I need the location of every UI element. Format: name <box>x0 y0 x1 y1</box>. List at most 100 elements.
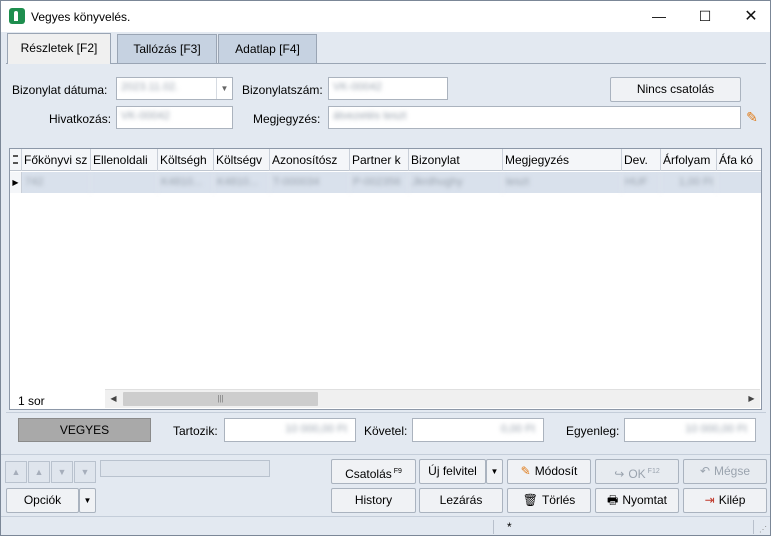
credit-label: Követel: <box>364 424 408 438</box>
column-chooser-icon[interactable] <box>10 149 22 171</box>
table-cell[interactable] <box>91 172 158 193</box>
column-header[interactable]: Főkönyvi sz <box>22 149 91 171</box>
ok-button[interactable]: ↪ OK F12 <box>595 459 679 484</box>
column-header[interactable]: Áfa kó <box>717 149 761 171</box>
previous-record-icon[interactable]: ▲ <box>28 461 50 483</box>
totals-bar: VEGYES Tartozik: 10 000,00 Ft Követel: 0… <box>6 412 766 445</box>
window-title: Vegyes könyvelés. <box>31 10 131 24</box>
table-cell[interactable]: 1,00 Ft <box>661 172 717 193</box>
modify-button-label: Módosít <box>534 464 578 478</box>
balance-label: Egyenleg: <box>566 424 620 438</box>
printer-icon: 🖶 <box>606 493 619 507</box>
column-header[interactable]: Költségv <box>214 149 270 171</box>
tab-details[interactable]: Részletek [F2] <box>7 33 111 64</box>
horizontal-scrollbar[interactable]: ◀ ||| ▶ <box>105 389 760 408</box>
tab-datasheet[interactable]: Adatlap [F4] <box>218 34 317 63</box>
history-button[interactable]: History <box>331 488 416 513</box>
scroll-right-icon[interactable]: ▶ <box>743 390 760 408</box>
table-cell[interactable]: teszt <box>503 172 622 193</box>
grid-header: Főkönyvi sz Ellenoldali Költségh Költség… <box>10 149 761 171</box>
progress-bar <box>100 460 270 477</box>
delete-button-label: Törlés <box>541 493 576 507</box>
balance-value: 10 000,00 Ft <box>685 423 747 435</box>
note-label: Megjegyzés: <box>253 112 321 126</box>
row-pointer-icon: ▶ <box>10 172 22 193</box>
maximize-button[interactable]: ☐ <box>682 1 728 32</box>
delete-button[interactable]: 🗑 Törlés <box>507 488 591 513</box>
column-header[interactable]: Bizonylat <box>409 149 503 171</box>
reference-field[interactable]: VK-00042 <box>116 106 233 129</box>
debit-value: 10 000,00 Ft <box>285 423 347 435</box>
pencil-icon: ✎ <box>520 464 531 478</box>
modify-button[interactable]: ✎ Módosít <box>507 459 591 484</box>
document-date-label: Bizonylat dátuma: <box>12 83 108 97</box>
document-number-value: VK-00042 <box>333 81 382 93</box>
table-row[interactable]: ▶ 742 K4810... K4810... T-000034 P-00235… <box>10 172 761 193</box>
reference-label: Hivatkozás: <box>49 112 112 126</box>
row-count: 1 sor <box>18 394 45 408</box>
last-record-icon[interactable]: ▼ <box>74 461 96 483</box>
new-entry-button[interactable]: Új felvitel <box>419 459 486 484</box>
tab-browse[interactable]: Tallózás [F3] <box>117 34 217 63</box>
status-separator <box>753 520 754 534</box>
attach-button[interactable]: Csatolás F9 <box>331 459 416 484</box>
column-header[interactable]: Partner k <box>350 149 409 171</box>
journal-type-badge: VEGYES <box>18 418 151 442</box>
column-header[interactable]: Költségh <box>158 149 214 171</box>
divider <box>1 454 770 455</box>
ok-shortcut: F12 <box>647 468 660 475</box>
cancel-button[interactable]: ↶ Mégse <box>683 459 767 484</box>
resize-grip-icon[interactable]: ⋰ <box>759 525 767 534</box>
credit-field: 0,00 Ft <box>412 418 544 442</box>
table-cell[interactable]: T-000034 <box>270 172 350 193</box>
debit-field: 10 000,00 Ft <box>224 418 356 442</box>
column-header[interactable]: Azonosítósz <box>270 149 350 171</box>
document-date-field[interactable]: 2023.11.02. ▼ <box>116 77 233 100</box>
status-separator <box>493 520 494 534</box>
options-button[interactable]: Opciók <box>6 488 79 513</box>
attach-button-label: Csatolás <box>345 467 392 481</box>
title-bar: Vegyes könyvelés. — ☐ ✕ <box>1 1 770 32</box>
first-record-icon[interactable]: ▲ <box>5 461 27 483</box>
balance-field: 10 000,00 Ft <box>624 418 756 442</box>
next-record-icon[interactable]: ▼ <box>51 461 73 483</box>
chevron-down-icon[interactable]: ▼ <box>216 78 232 99</box>
main-window: Vegyes könyvelés. — ☐ ✕ Részletek [F2] T… <box>0 0 771 536</box>
column-header[interactable]: Árfolyam <box>661 149 717 171</box>
credit-value: 0,00 Ft <box>500 423 535 435</box>
table-cell[interactable]: K4810... <box>158 172 214 193</box>
column-header[interactable]: Megjegyzés <box>503 149 622 171</box>
close-button[interactable]: ✕ <box>728 1 770 32</box>
table-cell[interactable] <box>717 172 761 193</box>
header-panel: Bizonylat dátuma: 2023.11.02. ▼ Bizonyla… <box>6 64 766 146</box>
options-dropdown-icon[interactable]: ▼ <box>79 488 96 513</box>
table-cell[interactable]: 742 <box>22 172 91 193</box>
exit-button[interactable]: ⇥ Kilép <box>683 488 767 513</box>
reference-value: VK-00042 <box>121 110 170 122</box>
undo-icon: ↶ <box>699 464 711 478</box>
print-button[interactable]: 🖶 Nyomtat <box>595 488 679 513</box>
close-entry-button[interactable]: Lezárás <box>419 488 503 513</box>
new-entry-dropdown-icon[interactable]: ▼ <box>486 459 503 484</box>
scroll-thumb[interactable]: ||| <box>123 392 318 406</box>
table-cell[interactable]: HUF <box>622 172 661 193</box>
table-cell[interactable]: K4810... <box>214 172 270 193</box>
column-header[interactable]: Dev. <box>622 149 661 171</box>
table-cell[interactable]: Jkrdhughy <box>409 172 503 193</box>
enter-arrow-icon: ↪ <box>614 467 625 481</box>
note-field[interactable]: átvezetés teszt <box>328 106 741 129</box>
column-header[interactable]: Ellenoldali <box>91 149 158 171</box>
entries-grid[interactable]: Főkönyvi sz Ellenoldali Költségh Költség… <box>9 148 762 410</box>
edit-pencil-icon[interactable]: ✎ <box>742 106 762 129</box>
scroll-left-icon[interactable]: ◀ <box>105 390 122 408</box>
app-logo-icon <box>9 8 25 24</box>
exit-button-label: Kilép <box>718 493 746 507</box>
document-date-value: 2023.11.02. <box>121 81 179 93</box>
document-number-field[interactable]: VK-00042 <box>328 77 448 100</box>
no-attachment-button[interactable]: Nincs csatolás <box>610 77 741 102</box>
minimize-button[interactable]: — <box>636 1 682 32</box>
document-number-label: Bizonylatszám: <box>242 83 323 97</box>
table-cell[interactable]: P-002356 <box>350 172 409 193</box>
ok-button-label: OK <box>628 467 646 481</box>
exit-door-icon: ⇥ <box>704 493 715 507</box>
